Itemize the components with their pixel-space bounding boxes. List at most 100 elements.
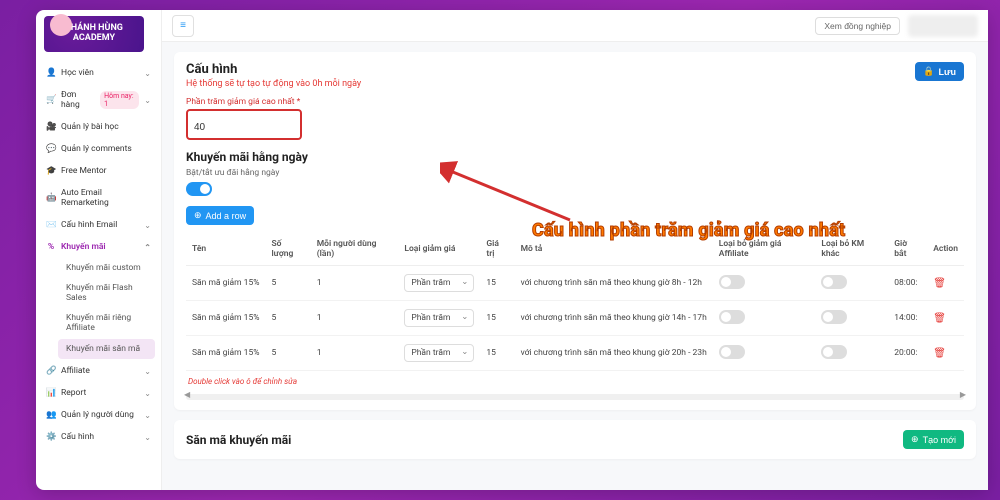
cell-name[interactable]: Săn mã giảm 15% — [186, 266, 265, 301]
sidebar-item-students[interactable]: 👤 Học viên ⌄ — [36, 62, 161, 84]
main-area: ≡ Xem đồng nghiệp Cấu hình Hệ thống sẽ t… — [162, 10, 988, 490]
delete-row-button[interactable]: 🗑 — [933, 313, 946, 324]
user-menu[interactable] — [908, 15, 978, 37]
chevron-down-icon: ⌄ — [144, 69, 151, 78]
daily-promotions-title: Khuyến mãi hằng ngày — [186, 150, 964, 164]
cell-ex-aff[interactable] — [713, 266, 816, 301]
cell-qty[interactable]: 5 — [265, 301, 310, 336]
cell-ex-other[interactable] — [815, 336, 888, 371]
max-discount-input[interactable] — [194, 122, 294, 133]
sidebar-item-affiliate[interactable]: 🔗 Affiliate ⌄ — [36, 360, 161, 382]
max-discount-field: Phần trăm giảm giá cao nhất * — [186, 97, 964, 140]
create-new-label: Tạo mới — [923, 435, 956, 445]
col-exa: Loại bỏ giảm giá Affiliate — [713, 233, 816, 266]
view-colleagues-button[interactable]: Xem đồng nghiệp — [815, 17, 900, 35]
toggle-exclude-affiliate[interactable] — [719, 310, 745, 324]
share-icon: 🔗 — [46, 366, 56, 376]
cell-per[interactable]: 1 — [311, 301, 399, 336]
sidebar-item-promo-flash[interactable]: Khuyến mãi Flash Sales — [58, 278, 161, 308]
sidebar-item-auto-email[interactable]: 🤖 Auto Email Remarketing — [36, 182, 161, 214]
sidebar-item-email-config[interactable]: ✉️ Cấu hình Email ⌄ — [36, 214, 161, 236]
page-title: Cấu hình — [186, 62, 361, 77]
create-new-button[interactable]: ⊕ Tạo mới — [903, 430, 964, 449]
table-row: Săn mã giảm 15%51 Phần trăm 15với chương t… — [186, 301, 964, 336]
cell-name[interactable]: Săn mã giảm 15% — [186, 301, 265, 336]
cell-desc[interactable]: với chương trình săn mã theo khung giờ 1… — [515, 301, 713, 336]
logo-area: KHÁNH HÙNG ACADEMY — [36, 10, 161, 60]
cell-action: 🗑 — [927, 266, 964, 301]
add-row-button[interactable]: ⊕ Add a row — [186, 206, 254, 225]
sidebar-item-settings[interactable]: ⚙️ Cấu hình ⌄ — [36, 426, 161, 448]
user-icon: 👤 — [46, 68, 56, 78]
cell-ex-aff[interactable] — [713, 301, 816, 336]
sidebar-toggle-button[interactable]: ≡ — [172, 15, 194, 37]
cell-qty[interactable]: 5 — [265, 336, 310, 371]
sidebar-nav: 👤 Học viên ⌄ 🛒 Đơn hàng Hôm nay: 1 ⌄ 🎥 Q… — [36, 60, 161, 490]
sidebar-item-mentor[interactable]: 🎓 Free Mentor — [36, 160, 161, 182]
sidebar-item-label: Affiliate — [61, 366, 90, 376]
table-row: Săn mã giảm 15%51 Phần trăm 15với chương t… — [186, 266, 964, 301]
sidebar-item-user-mgmt[interactable]: 👥 Quản lý người dùng ⌄ — [36, 404, 161, 426]
toggle-exclude-affiliate[interactable] — [719, 275, 745, 289]
sidebar-item-orders[interactable]: 🛒 Đơn hàng Hôm nay: 1 ⌄ — [36, 84, 161, 116]
sidebar-item-label: Khuyến mãi — [61, 242, 106, 252]
daily-toggle[interactable] — [186, 182, 212, 196]
cell-name[interactable]: Săn mã giảm 15% — [186, 336, 265, 371]
users-icon: 👥 — [46, 410, 56, 420]
sidebar-item-label: Report — [61, 388, 86, 398]
sidebar-item-report[interactable]: 📊 Report ⌄ — [36, 382, 161, 404]
sidebar-item-label: Khuyến mãi custom — [66, 263, 141, 273]
brand-text: KHÁNH HÙNG ACADEMY — [44, 24, 144, 44]
type-select[interactable]: Phần trăm — [404, 274, 474, 292]
sidebar-item-promo-hunt[interactable]: Khuyến mãi săn mã — [58, 339, 155, 359]
cell-time[interactable]: 08:00: — [888, 266, 927, 301]
cell-value[interactable]: 15 — [480, 266, 514, 301]
sidebar-item-comments[interactable]: 💬 Quản lý comments — [36, 138, 161, 160]
cell-qty[interactable]: 5 — [265, 266, 310, 301]
delete-row-button[interactable]: 🗑 — [933, 278, 946, 289]
sidebar-item-promo-affiliate[interactable]: Khuyến mãi riêng Affiliate — [58, 308, 161, 338]
hunt-card: Săn mã khuyến mãi ⊕ Tạo mới — [174, 420, 976, 459]
toggle-exclude-other[interactable] — [821, 275, 847, 289]
cell-type[interactable]: Phần trăm — [398, 301, 480, 336]
chevron-down-icon: ⌄ — [144, 221, 151, 230]
comment-icon: 💬 — [46, 144, 56, 154]
delete-row-button[interactable]: 🗑 — [933, 348, 946, 359]
cell-ex-other[interactable] — [815, 266, 888, 301]
cell-desc[interactable]: với chương trình săn mã theo khung giờ 2… — [515, 336, 713, 371]
sidebar-item-lessons[interactable]: 🎥 Quản lý bài học — [36, 116, 161, 138]
cell-type[interactable]: Phần trăm — [398, 336, 480, 371]
config-card: Cấu hình Hệ thống sẽ tự tạo tự động vào … — [174, 52, 976, 410]
cell-time[interactable]: 14:00: — [888, 301, 927, 336]
save-icon: 🔒 — [923, 66, 934, 77]
today-badge: Hôm nay: 1 — [100, 91, 139, 109]
promotions-table: Tên Số lượng Mỗi người dùng (lần) Loại g… — [186, 233, 964, 371]
type-select[interactable]: Phần trăm — [404, 309, 474, 327]
cell-desc[interactable]: với chương trình săn mã theo khung giờ 8… — [515, 266, 713, 301]
cell-value[interactable]: 15 — [480, 336, 514, 371]
horizontal-scrollbar[interactable] — [186, 394, 964, 400]
max-discount-label: Phần trăm giảm giá cao nhất * — [186, 97, 964, 107]
sidebar-item-promo-custom[interactable]: Khuyến mãi custom — [58, 258, 161, 278]
toggle-exclude-other[interactable] — [821, 345, 847, 359]
chevron-down-icon: ⌄ — [144, 389, 151, 398]
sidebar-item-label: Khuyến mãi săn mã — [66, 344, 140, 354]
cell-ex-aff[interactable] — [713, 336, 816, 371]
toggle-exclude-other[interactable] — [821, 310, 847, 324]
cell-time[interactable]: 20:00: — [888, 336, 927, 371]
sidebar-item-promotions[interactable]: % Khuyến mãi ⌃ — [36, 236, 161, 258]
cell-ex-other[interactable] — [815, 301, 888, 336]
save-button[interactable]: 🔒 Lưu — [915, 62, 964, 81]
field-label-text: Phần trăm giảm giá cao nhất — [186, 97, 295, 107]
col-value: Giá trị — [480, 233, 514, 266]
col-desc: Mô tả — [515, 233, 713, 266]
cell-value[interactable]: 15 — [480, 301, 514, 336]
toggle-exclude-affiliate[interactable] — [719, 345, 745, 359]
type-select[interactable]: Phần trăm — [404, 344, 474, 362]
add-row-label: Add a row — [206, 211, 247, 221]
cell-per[interactable]: 1 — [311, 336, 399, 371]
cell-type[interactable]: Phần trăm — [398, 266, 480, 301]
cell-per[interactable]: 1 — [311, 266, 399, 301]
col-qty: Số lượng — [265, 233, 310, 266]
col-name: Tên — [186, 233, 265, 266]
